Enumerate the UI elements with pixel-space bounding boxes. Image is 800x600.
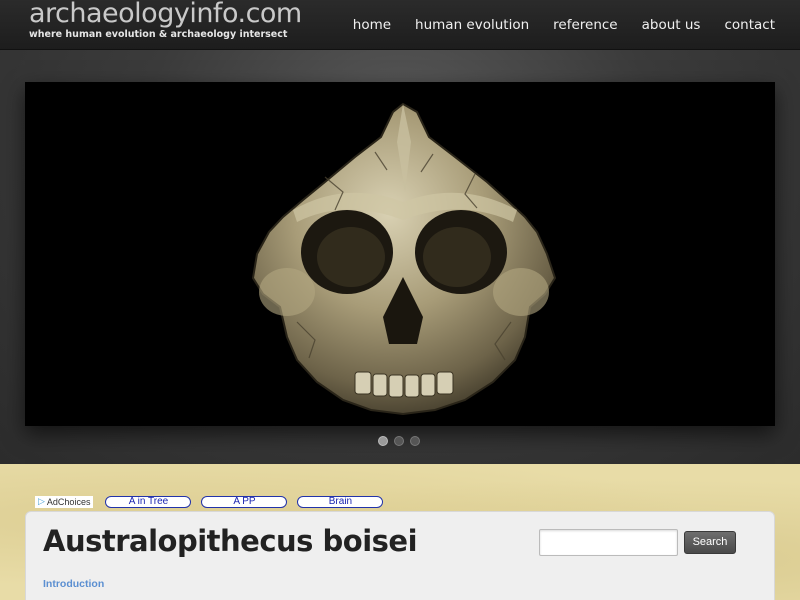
nav-about-us[interactable]: about us [642, 17, 701, 33]
site-header: archaeologyinfo.com where human evolutio… [0, 0, 800, 50]
nav-human-evolution[interactable]: human evolution [415, 17, 529, 33]
nav-contact[interactable]: contact [724, 17, 775, 33]
page-title: Australopithecus boisei [43, 524, 418, 558]
content-panel: Australopithecus boisei Introduction Sea… [25, 511, 775, 600]
hero-slider [0, 50, 800, 464]
adchoices-icon: ▷ [38, 496, 45, 506]
nav-home[interactable]: home [353, 17, 391, 33]
main-nav: home human evolution reference about us … [353, 0, 800, 50]
slider-dot-1[interactable] [378, 436, 388, 446]
slider-pagination [378, 436, 420, 446]
search-button[interactable]: Search [684, 531, 736, 554]
section-link-introduction[interactable]: Introduction [43, 578, 104, 590]
search-input[interactable] [539, 529, 678, 556]
site-tagline: where human evolution & archaeology inte… [29, 29, 288, 40]
ad-link-a-pp[interactable]: A PP [201, 495, 288, 508]
slider-dot-2[interactable] [394, 436, 404, 446]
slider-dot-3[interactable] [410, 436, 420, 446]
adchoices-label: AdChoices [46, 496, 91, 507]
nav-reference[interactable]: reference [553, 17, 617, 33]
ad-link-a-in-tree[interactable]: A in Tree [105, 495, 192, 508]
ad-link-brain[interactable]: Brain [297, 495, 384, 508]
adchoices-badge[interactable]: ▷ AdChoices [35, 495, 94, 508]
site-logo[interactable]: archaeologyinfo.com [29, 0, 302, 29]
slide-image-skull [25, 82, 775, 426]
ad-links-bar: ▷ AdChoices A in Tree A PP Brain [35, 495, 393, 508]
